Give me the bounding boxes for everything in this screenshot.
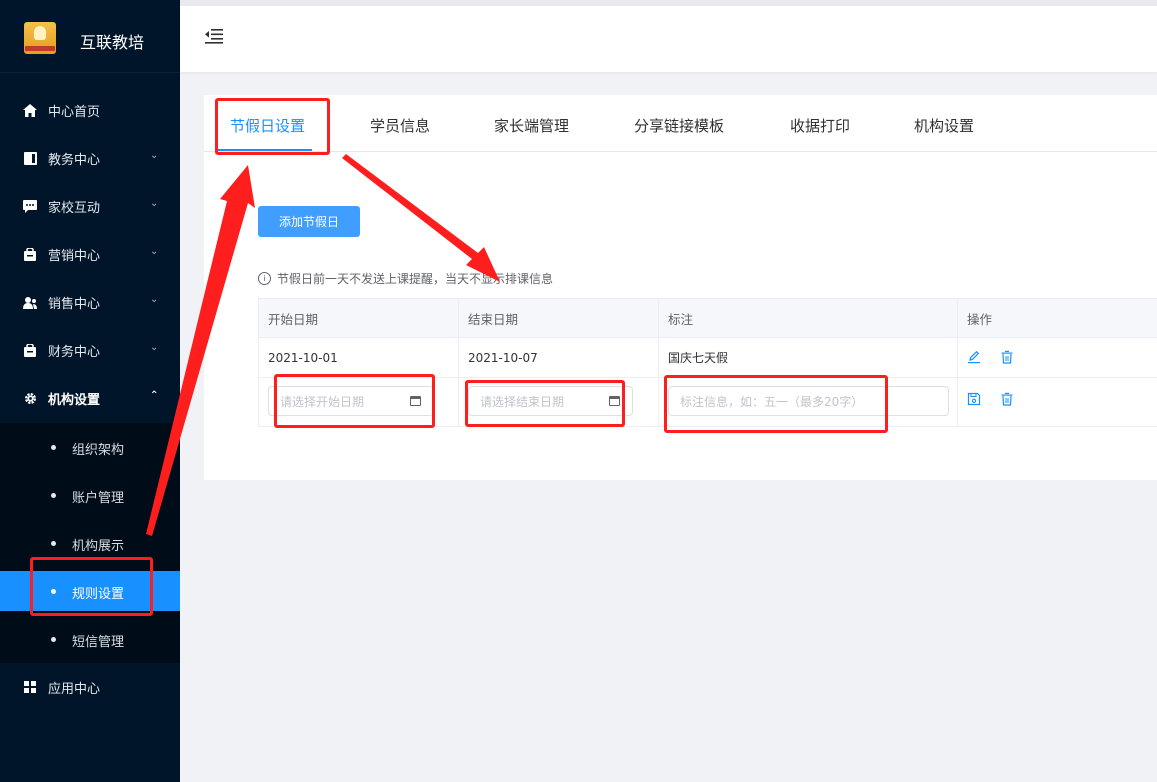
- tab-student-info[interactable]: 学员信息: [370, 115, 430, 136]
- delete-icon[interactable]: [1000, 392, 1014, 406]
- sidebar-item-label: 机构设置: [48, 393, 101, 408]
- submenu-item-label: 机构展示: [72, 539, 125, 554]
- sidebar-item-label: 中心首页: [48, 105, 101, 120]
- sidebar-item-finance[interactable]: 财务中心 ⌄: [0, 326, 180, 374]
- cell-start-date: 2021-10-01: [259, 338, 459, 377]
- sidebar-item-marketing[interactable]: 营销中心 ⌄: [0, 230, 180, 278]
- home-icon: [23, 103, 37, 117]
- bullet-icon: [51, 493, 56, 498]
- submenu-item-label: 账户管理: [72, 491, 125, 506]
- bullet-icon: [51, 541, 56, 546]
- submenu-org-settings: 组织架构 账户管理 机构展示 规则设置 短信管理: [0, 423, 180, 663]
- save-icon[interactable]: [967, 392, 981, 406]
- sidebar-item-home-school[interactable]: 家校互动 ⌄: [0, 182, 180, 230]
- sidebar-item-org-settings[interactable]: 机构设置 ⌃: [0, 374, 180, 422]
- sidebar-item-label: 销售中心: [48, 297, 101, 312]
- tab-share-link-template[interactable]: 分享链接模板: [634, 115, 724, 136]
- annotation-box-end-date: [465, 380, 625, 427]
- chevron-down-icon: ⌄: [150, 246, 159, 257]
- logo: [24, 22, 56, 54]
- gear-icon: [23, 391, 37, 405]
- sidebar-item-label: 财务中心: [48, 345, 101, 360]
- header-actions: 操作: [967, 311, 993, 327]
- info-icon: i: [258, 272, 271, 285]
- annotation-box-note: [664, 375, 888, 433]
- cell-new-actions: [958, 378, 1157, 426]
- cell-actions: [958, 338, 1157, 377]
- tab-receipt-print[interactable]: 收据打印: [790, 115, 850, 136]
- chevron-down-icon: ⌄: [150, 198, 159, 209]
- delete-icon[interactable]: [1000, 350, 1014, 364]
- submenu-item-label: 组织架构: [72, 443, 125, 458]
- sidebar: 互联教培 中心首页 教务中心 ⌄ 家校互动 ⌄ 营销中心 ⌄ 销售中心 ⌄ 财务…: [0, 0, 180, 782]
- sidebar-item-label: 应用中心: [48, 682, 101, 697]
- annotation-box-holiday-tab: [215, 98, 330, 155]
- menu-fold-icon[interactable]: [204, 28, 224, 44]
- header-start-date: 开始日期: [259, 299, 459, 337]
- cell-end-date: 2021-10-07: [459, 338, 659, 377]
- tab-bar: 节假日设置 学员信息 家长端管理 分享链接模板 收据打印 机构设置: [204, 95, 1157, 152]
- tab-parent-management[interactable]: 家长端管理: [494, 115, 569, 136]
- annotation-box-rules-menu: [30, 557, 153, 616]
- edit-icon[interactable]: [967, 350, 981, 364]
- top-header: [180, 0, 1157, 72]
- sidebar-item-label: 营销中心: [48, 249, 101, 264]
- annotation-box-start-date: [274, 374, 435, 428]
- sidebar-item-label: 家校互动: [48, 201, 101, 216]
- submenu-item-sms[interactable]: 短信管理: [0, 619, 180, 659]
- header-end-date: 结束日期: [459, 299, 659, 337]
- chevron-down-icon: ⌄: [150, 294, 159, 305]
- brand: 互联教培: [0, 0, 180, 73]
- chat-icon: [23, 199, 37, 213]
- wallet-icon: [23, 343, 37, 357]
- app-name: 互联教培: [80, 33, 145, 52]
- people-icon: [23, 295, 37, 309]
- sidebar-item-academic[interactable]: 教务中心 ⌄: [0, 134, 180, 182]
- bullet-icon: [51, 445, 56, 450]
- chevron-down-icon: ⌄: [150, 150, 159, 161]
- chevron-up-icon: ⌃: [150, 390, 159, 401]
- add-holiday-button[interactable]: 添加节假日: [258, 206, 360, 237]
- tab-org-settings[interactable]: 机构设置: [914, 115, 974, 136]
- book-icon: [23, 151, 37, 165]
- tip-text: 节假日前一天不发送上课提醒，当天不显示排课信息: [277, 272, 554, 286]
- cell-note: 国庆七天假: [659, 338, 958, 377]
- sidebar-item-home[interactable]: 中心首页: [0, 86, 180, 134]
- chevron-down-icon: ⌄: [150, 342, 159, 353]
- table-row: 2021-10-01 2021-10-07 国庆七天假: [259, 338, 1157, 378]
- submenu-item-account[interactable]: 账户管理: [0, 475, 180, 515]
- submenu-item-org-structure[interactable]: 组织架构: [0, 427, 180, 467]
- header-note: 标注: [659, 299, 958, 337]
- table-header-row: 开始日期 结束日期 标注 操作: [259, 299, 1157, 338]
- holiday-tip: i 节假日前一天不发送上课提醒，当天不显示排课信息: [258, 270, 553, 287]
- bag-icon: [23, 247, 37, 261]
- sidebar-item-apps[interactable]: 应用中心: [0, 663, 180, 711]
- bullet-icon: [51, 637, 56, 642]
- submenu-item-label: 短信管理: [72, 635, 125, 650]
- grid-icon: [23, 680, 37, 694]
- sidebar-item-label: 教务中心: [48, 153, 101, 168]
- sidebar-item-sales[interactable]: 销售中心 ⌄: [0, 278, 180, 326]
